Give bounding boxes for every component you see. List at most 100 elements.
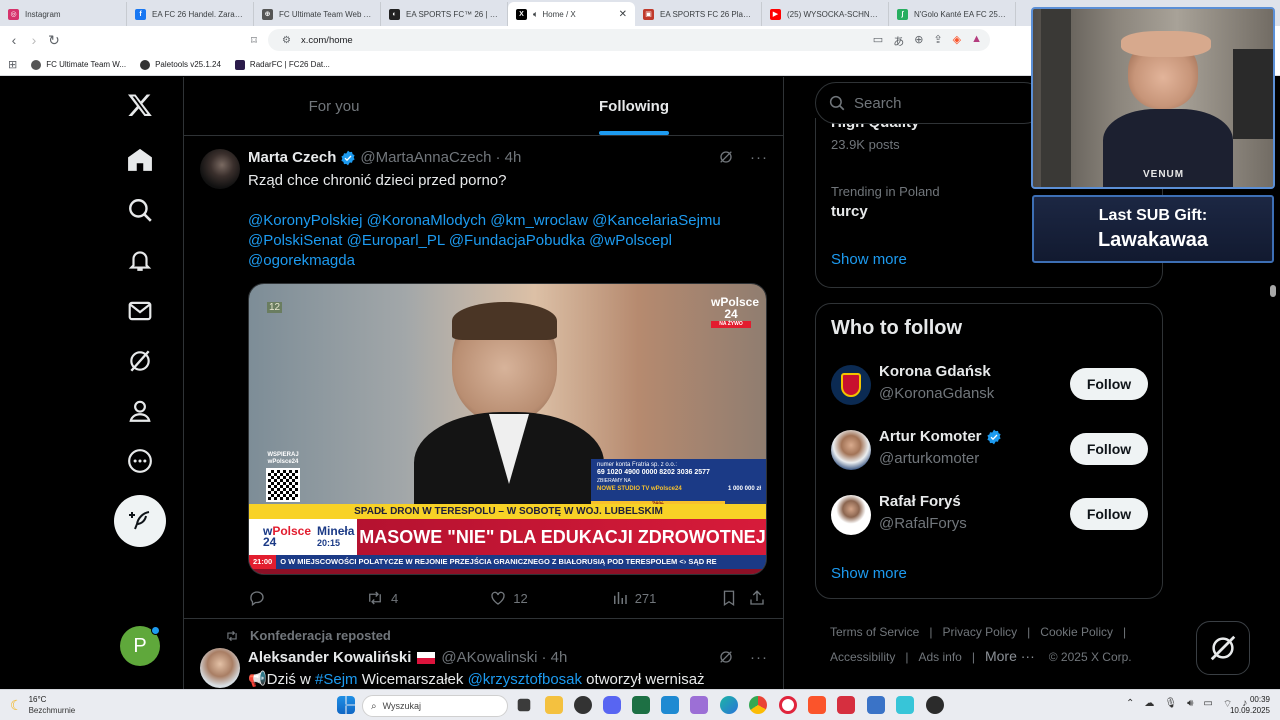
account-name[interactable]: Artur Komoter [879, 428, 1006, 445]
grok-icon[interactable] [718, 149, 734, 169]
cloud-icon[interactable]: ☁ [1144, 698, 1154, 711]
weather-widget[interactable]: ☾ 16°C Bezchmurnie [10, 694, 75, 716]
like-button[interactable]: 12 [489, 589, 528, 607]
accessibility-link[interactable]: Accessibility [830, 650, 895, 664]
account-handle[interactable]: @KoronaGdansk [879, 385, 994, 402]
forward-icon[interactable]: › [24, 30, 44, 50]
account-avatar[interactable]: P [120, 626, 160, 666]
avatar[interactable] [831, 365, 871, 405]
app-icon[interactable] [926, 696, 944, 714]
excel-icon[interactable] [632, 696, 650, 714]
tweet-marta-czech[interactable]: Marta Czech @MartaAnnaCzech · 4h ··· Rzą… [184, 137, 783, 619]
browser-tab-kante[interactable]: ∫ N'Golo Kanté EA FC 25 - 83 [889, 2, 1016, 26]
vscode-icon[interactable] [661, 696, 679, 714]
follow-suggestion[interactable]: Artur Komoter @arturkomoter Follow [816, 422, 1164, 480]
search-icon[interactable] [126, 196, 154, 224]
show-more-follow-link[interactable]: Show more [831, 565, 907, 582]
monitor-icon[interactable]: ▭ [1203, 698, 1212, 711]
brave-shield-icon[interactable]: ◈ [953, 33, 961, 49]
cast-icon[interactable]: ▭ [873, 33, 883, 49]
clock[interactable]: 00:39 10.09.2025 [1228, 694, 1270, 716]
terms-link[interactable]: Terms of Service [830, 625, 919, 639]
ads-info-link[interactable]: Ads info [918, 650, 961, 664]
grok-button[interactable] [1196, 621, 1250, 675]
more-options-icon[interactable]: ··· [750, 149, 768, 169]
mention-link[interactable]: @krzysztofbosak [468, 671, 582, 688]
teams-icon[interactable] [867, 696, 885, 714]
windows-start-icon[interactable] [337, 696, 355, 714]
follow-suggestion[interactable]: Rafał Foryś @RafalForys Follow [816, 487, 1164, 545]
notepad-icon[interactable] [690, 696, 708, 714]
author-handle[interactable]: @AKowalinski [441, 649, 537, 666]
page-scrollbar-thumb[interactable] [1270, 285, 1276, 297]
vivaldi-icon[interactable] [837, 696, 855, 714]
opera-icon[interactable] [779, 696, 797, 714]
account-name[interactable]: Korona Gdańsk [879, 363, 991, 380]
account-name[interactable]: Rafał Foryś [879, 493, 961, 510]
repost-button[interactable]: 4 [365, 589, 398, 607]
tweet-video[interactable]: 12 wPolsce 24 NA ŻYWO WSPIERAJ wPolsce24… [248, 283, 767, 575]
apps-grid-icon[interactable]: ⊞ [8, 58, 17, 71]
author-handle[interactable]: @MartaAnnaCzech [360, 149, 491, 166]
grok-icon[interactable] [126, 347, 154, 375]
browser-tab-youtube[interactable]: ▶ (25) WYSOCKA-SCHNEPF - [762, 2, 889, 26]
notifications-bell-icon[interactable] [126, 246, 154, 274]
translate-icon[interactable]: あ [893, 33, 904, 49]
tab-following[interactable]: Following [484, 77, 783, 135]
brave-rewards-icon[interactable]: ▲ [971, 33, 982, 49]
chrome-icon[interactable] [749, 696, 767, 714]
bookmark-button[interactable] [720, 589, 738, 607]
speaker-icon[interactable]: 🔊︎ [1187, 698, 1193, 711]
more-link[interactable]: More ··· [985, 648, 1035, 664]
mentions-line[interactable]: @ogorekmagda [248, 251, 768, 271]
x-logo-icon[interactable] [126, 91, 154, 119]
obs-icon[interactable] [574, 696, 592, 714]
post-button[interactable] [114, 495, 166, 547]
wave-app-icon[interactable] [896, 696, 914, 714]
hashtag-link[interactable]: #Sejm [315, 671, 358, 688]
microphone-icon[interactable]: 🎙︎ [1164, 698, 1177, 711]
mentions-line[interactable]: @KoronyPolskiej @KoronaMlodych @km_wrocl… [248, 211, 768, 231]
tweet-time[interactable]: · 4h [495, 149, 521, 166]
home-icon[interactable] [126, 146, 154, 174]
search-input[interactable]: Search [815, 82, 1045, 124]
avatar[interactable] [831, 495, 871, 535]
follow-button[interactable]: Follow [1070, 433, 1148, 465]
author-name[interactable]: Marta Czech [248, 149, 336, 166]
back-icon[interactable]: ‹ [4, 30, 24, 50]
avatar[interactable] [200, 149, 240, 189]
browser-tab-ea-sports[interactable]: ◐EA SPORTS FC™ 26 | Szczegóły [381, 2, 508, 26]
browser-tab-x-home[interactable]: X 🔈︎ Home / X ✕ [508, 2, 635, 26]
zoom-icon[interactable]: ⊕ [914, 33, 923, 49]
bookmark-fut-webapp[interactable]: FC Ultimate Team W... [31, 59, 126, 70]
file-explorer-icon[interactable] [545, 696, 563, 714]
cookie-link[interactable]: Cookie Policy [1040, 625, 1113, 639]
profile-icon[interactable] [126, 397, 154, 425]
bookmark-radarfc[interactable]: RadarFC | FC26 Dat... [234, 59, 330, 70]
show-more-trends-link[interactable]: Show more [831, 251, 907, 268]
reply-button[interactable] [248, 589, 266, 607]
more-options-icon[interactable]: ··· [750, 649, 768, 669]
site-settings-icon[interactable]: ⚙︎ [282, 35, 291, 46]
bookmark-paletools[interactable]: Paletools v25.1.24 [140, 59, 221, 70]
privacy-link[interactable]: Privacy Policy [942, 625, 1017, 639]
task-view-icon[interactable] [517, 698, 531, 712]
tab-for-you[interactable]: For you [184, 77, 484, 135]
browser-tab-ea-players[interactable]: ▣ EA SPORTS FC 26 Players [635, 2, 762, 26]
messages-envelope-icon[interactable] [126, 297, 154, 325]
tweet-time[interactable]: · 4h [542, 649, 568, 666]
grok-icon[interactable] [718, 649, 734, 669]
browser-tab-facebook[interactable]: fEA FC 26 Handel. Zarabianie [127, 2, 254, 26]
chevron-up-icon[interactable]: ⌃ [1126, 698, 1134, 711]
account-handle[interactable]: @RafalForys [879, 515, 967, 532]
discord-icon[interactable] [603, 696, 621, 714]
bookmark-icon[interactable]: ⌑ [244, 30, 264, 50]
url-field[interactable]: ⚙︎ x.com/home ▭ あ ⊕ ⇪ ◈ ▲ [268, 29, 990, 51]
brave-icon[interactable] [808, 696, 826, 714]
browser-tab-instagram[interactable]: ◎ Instagram [0, 2, 127, 26]
browser-tab-fut-webapp[interactable]: ⊕ FC Ultimate Team Web App [254, 2, 381, 26]
follow-button[interactable]: Follow [1070, 498, 1148, 530]
account-handle[interactable]: @arturkomoter [879, 450, 979, 467]
share-icon[interactable]: ⇪ [933, 33, 942, 49]
author-name[interactable]: Aleksander Kowaliński [248, 649, 411, 666]
